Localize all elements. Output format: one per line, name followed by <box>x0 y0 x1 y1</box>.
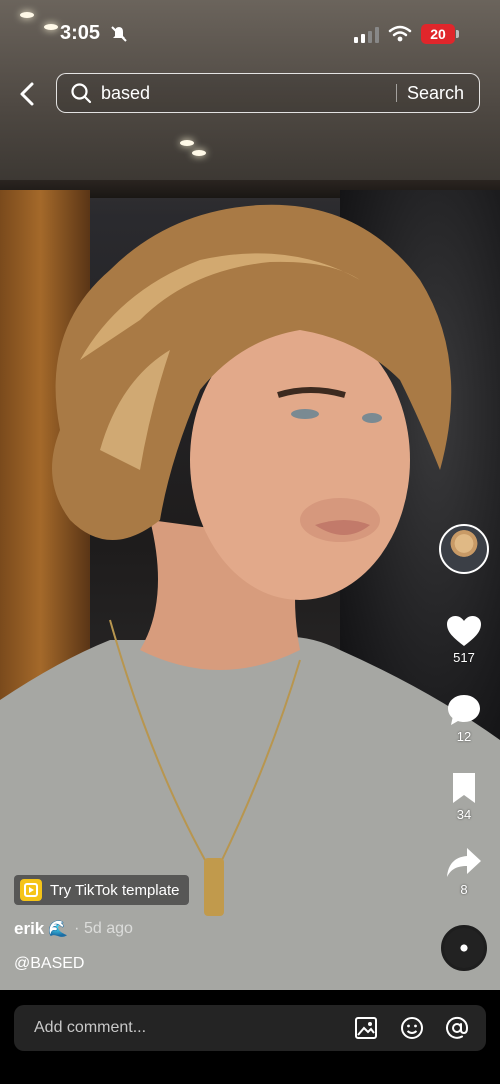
template-icon <box>20 879 42 901</box>
comment-input[interactable]: Add comment... <box>14 1005 486 1051</box>
share-count: 8 <box>460 882 468 897</box>
search-box[interactable]: Search <box>56 73 480 113</box>
author-line: erik 🌊 · 5d ago <box>14 919 133 939</box>
cellular-signal-icon <box>354 27 379 43</box>
wifi-icon <box>388 25 412 42</box>
search-input[interactable] <box>101 74 391 112</box>
status-time: 3:05 <box>60 22 101 44</box>
comment-bubble-icon <box>448 695 480 725</box>
comment-placeholder: Add comment... <box>34 1019 147 1036</box>
person-figure <box>0 204 500 990</box>
heart-icon <box>447 616 481 646</box>
comment-count: 12 <box>456 729 472 744</box>
image-icon[interactable] <box>354 1016 378 1040</box>
author-name[interactable]: erik <box>14 919 44 939</box>
author-emoji: 🌊 <box>48 921 69 938</box>
share-arrow-icon <box>447 848 481 877</box>
search-icon <box>71 83 92 104</box>
save-button[interactable]: 34 <box>440 771 488 822</box>
back-arrow-icon[interactable] <box>14 80 42 108</box>
post-time: · 5d ago <box>74 920 133 937</box>
video-player[interactable] <box>0 0 500 990</box>
post-caption: @BASED <box>14 955 85 972</box>
like-button[interactable]: 517 <box>440 614 488 665</box>
creator-avatar[interactable] <box>439 524 489 574</box>
silent-mode-icon <box>111 26 127 42</box>
like-count: 517 <box>453 650 475 665</box>
save-count: 34 <box>456 807 472 822</box>
search-divider <box>396 84 397 102</box>
comment-bar: Add comment... <box>0 990 500 1084</box>
status-bar: 3:05 20 <box>0 0 500 60</box>
share-button[interactable]: 8 <box>440 846 488 897</box>
comment-button[interactable]: 12 <box>440 693 488 744</box>
search-button[interactable]: Search <box>407 74 464 112</box>
template-label: Try TikTok template <box>50 881 180 899</box>
battery-indicator: 20 <box>421 24 459 44</box>
music-disc[interactable] <box>441 925 487 971</box>
bookmark-icon <box>453 773 475 803</box>
emoji-icon[interactable] <box>400 1016 424 1040</box>
mention-icon[interactable] <box>445 1016 469 1040</box>
template-button[interactable]: Try TikTok template <box>14 875 190 905</box>
